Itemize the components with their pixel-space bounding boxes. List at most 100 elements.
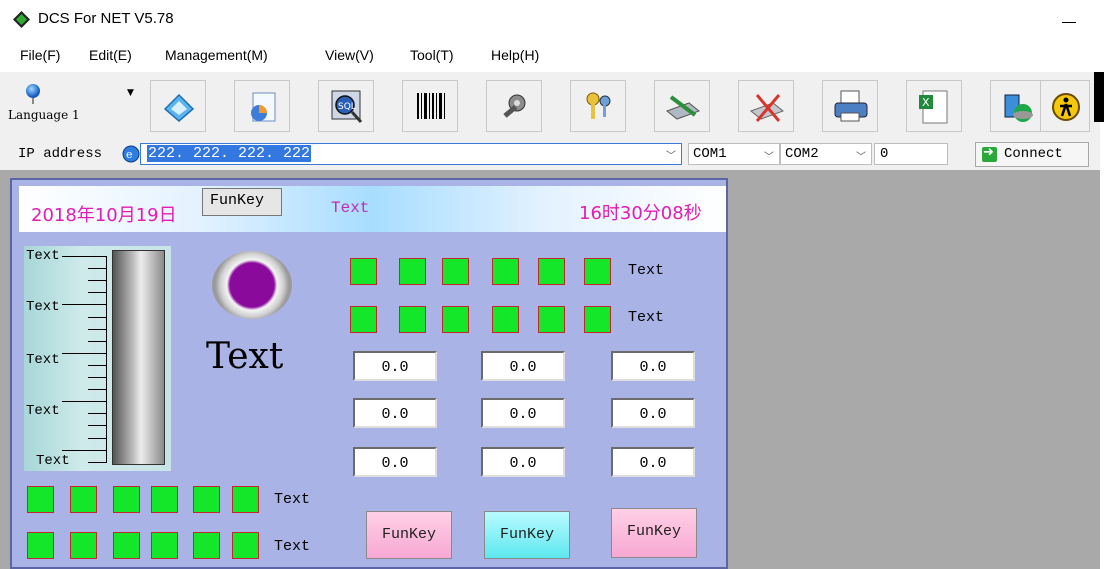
led-indicator <box>151 486 178 513</box>
gauge-tick <box>88 364 107 366</box>
svg-text:e: e <box>126 148 133 161</box>
port-input[interactable]: 0 <box>874 143 948 165</box>
toolbar-edge <box>1094 72 1104 122</box>
com2-value: COM2 <box>785 146 819 162</box>
delete-icon <box>749 94 785 122</box>
funkey-button-top[interactable]: FunKey <box>202 188 282 216</box>
home-button[interactable] <box>150 80 206 132</box>
time-display: 16时30分08秒 <box>579 203 702 224</box>
minimize-button[interactable] <box>1060 10 1080 30</box>
value-field: 0.0 <box>353 398 437 428</box>
value-field: 0.0 <box>611 398 695 428</box>
menu-tool[interactable]: Tool(T) <box>410 47 454 63</box>
menu-management[interactable]: Management(M) <box>165 47 268 63</box>
svg-text:X: X <box>922 96 930 109</box>
led-indicator <box>232 486 259 513</box>
led-indicator <box>193 532 220 559</box>
arrow-right-icon <box>982 145 997 162</box>
led-indicator <box>399 258 426 285</box>
sql-button[interactable]: SQL <box>318 80 374 132</box>
excel-button[interactable]: X <box>906 80 962 132</box>
gauge-label: Text <box>26 403 60 419</box>
led-indicator <box>538 306 565 333</box>
value-field: 0.0 <box>611 351 695 381</box>
funkey-label: FunKey <box>210 192 265 209</box>
led-row-label: Text <box>628 309 665 326</box>
keys-button[interactable] <box>570 80 626 132</box>
menu-file[interactable]: File(F) <box>20 47 60 63</box>
chevron-down-icon: ▼ <box>127 88 134 98</box>
gauge-tick <box>62 449 107 451</box>
chart-button[interactable] <box>234 80 290 132</box>
com1-value: COM1 <box>693 146 727 162</box>
address-bar: IP address e 222. 222. 222. 222 ﹀ COM1 ﹀… <box>0 140 1100 170</box>
led-indicator <box>584 258 611 285</box>
funkey-button-3[interactable]: FunKey <box>611 508 697 558</box>
barcode-button[interactable] <box>402 80 458 132</box>
gauge-tick <box>88 328 107 330</box>
led-indicator <box>538 258 565 285</box>
exit-button[interactable] <box>1040 80 1090 132</box>
funkey-label: FunKey <box>626 523 681 540</box>
toolbar: Language 1 ▼ SQL X <box>0 72 1100 140</box>
tools-button[interactable] <box>486 80 542 132</box>
gauge-tick <box>88 461 107 463</box>
funkey-button-1[interactable]: FunKey <box>366 511 452 559</box>
gauge-bar <box>112 250 165 465</box>
app-icon <box>13 11 30 28</box>
title-bar: DCS For NET V5.78 <box>0 0 1105 40</box>
barcode-icon <box>417 93 445 119</box>
led-indicator <box>350 306 377 333</box>
chevron-down-icon: ﹀ <box>764 152 774 163</box>
led-indicator <box>113 486 140 513</box>
gauge-label: Text <box>26 248 60 264</box>
funkey-label: FunKey <box>499 526 554 543</box>
value-field: 0.0 <box>353 351 437 381</box>
led-indicator <box>113 532 140 559</box>
network-icon <box>1004 94 1033 122</box>
ip-address-label: IP address <box>18 146 103 162</box>
chevron-down-icon[interactable]: ﹀ <box>666 147 676 162</box>
gauge-tick <box>88 340 107 342</box>
window-title: DCS For NET V5.78 <box>38 10 174 27</box>
led-indicator <box>399 306 426 333</box>
ip-address-value: 222. 222. 222. 222 <box>147 145 312 162</box>
connect-label: Connect <box>1004 146 1063 162</box>
menu-help[interactable]: Help(H) <box>491 47 539 63</box>
keys-icon <box>586 92 611 119</box>
svg-text:SQL: SQL <box>338 102 356 112</box>
gauge-tick <box>88 377 107 378</box>
led-indicator <box>584 306 611 333</box>
gauge-tick <box>62 304 107 306</box>
com2-select[interactable]: COM2 ﹀ <box>780 143 872 165</box>
connect-button[interactable]: Connect <box>975 142 1089 167</box>
funkey-button-2[interactable]: FunKey <box>484 511 570 559</box>
tools-icon <box>503 94 526 118</box>
funkey-label: FunKey <box>381 526 436 543</box>
gauge-tick <box>62 352 107 354</box>
print-icon <box>834 90 868 122</box>
gauge-tick <box>88 437 107 439</box>
network-button[interactable] <box>990 80 1046 132</box>
delete-button[interactable] <box>738 80 794 132</box>
led-indicator <box>70 532 97 559</box>
menu-view[interactable]: View(V) <box>325 47 374 63</box>
gauge-tick <box>88 292 107 294</box>
home-icon <box>163 93 195 122</box>
gauge-tick <box>62 401 107 403</box>
led-indicator <box>492 258 519 285</box>
com1-select[interactable]: COM1 ﹀ <box>688 143 780 165</box>
ip-address-input[interactable]: 222. 222. 222. 222 ﹀ <box>140 143 682 165</box>
edit-button[interactable] <box>654 80 710 132</box>
header-text: Text <box>331 199 370 217</box>
gauge-tick <box>62 256 107 257</box>
menu-edit[interactable]: Edit(E) <box>89 47 132 63</box>
gauge-tick <box>88 280 107 282</box>
print-button[interactable] <box>822 80 878 132</box>
chart-icon <box>251 92 276 122</box>
sql-icon: SQL <box>331 90 363 124</box>
globe-icon <box>26 84 40 98</box>
led-indicator <box>232 532 259 559</box>
language-selector[interactable]: Language 1 ▼ <box>8 80 138 132</box>
big-text-label: Text <box>206 336 284 377</box>
